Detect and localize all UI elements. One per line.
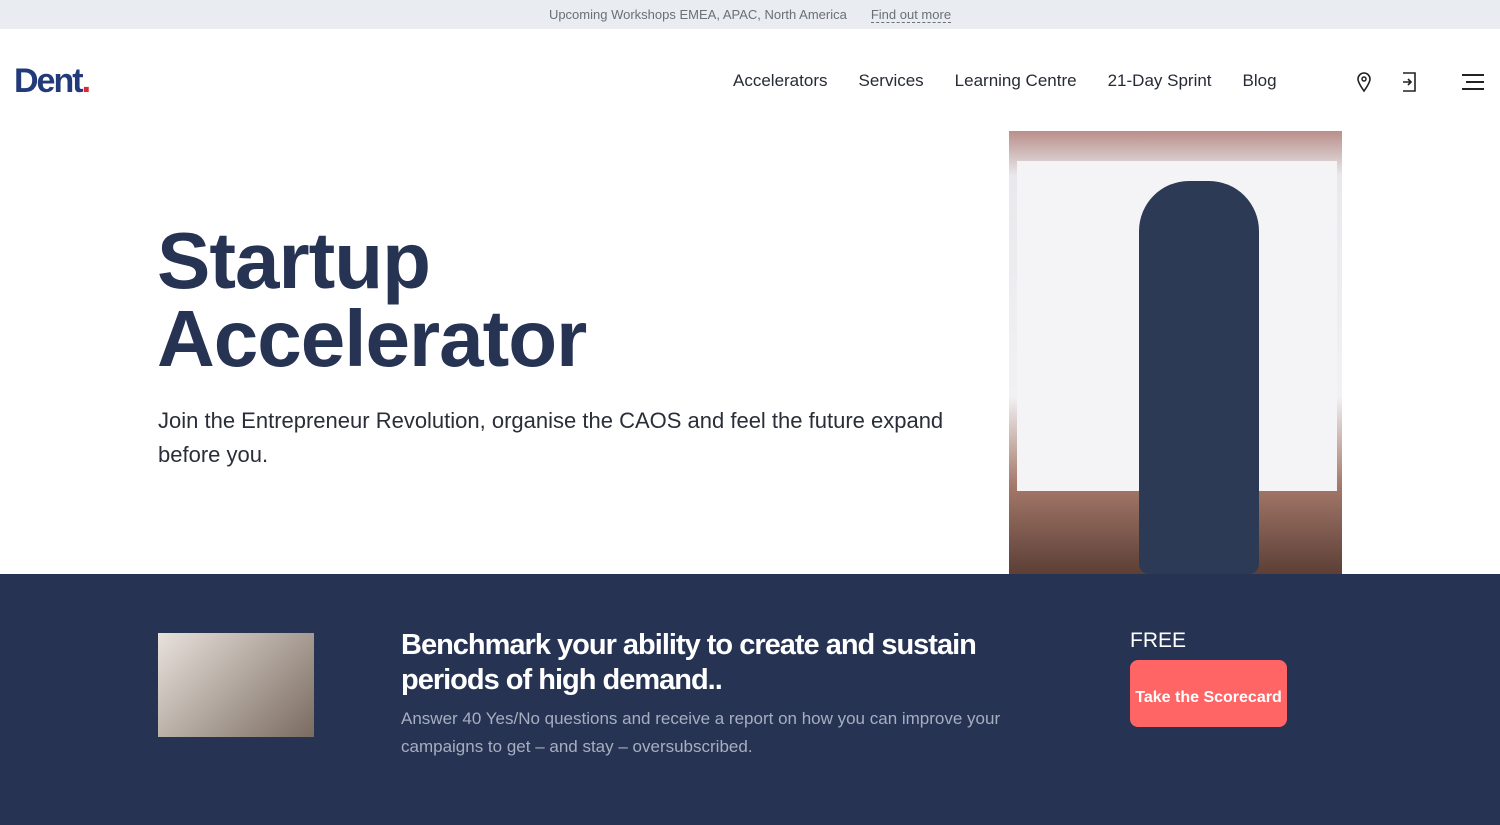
promo-heading: Benchmark your ability to create and sus…: [401, 629, 977, 696]
menu-icon[interactable]: [1462, 73, 1484, 91]
login-icon[interactable]: [1400, 71, 1418, 93]
hero-image: [1009, 131, 1342, 574]
scorecard-promo: Benchmark your ability to create and sus…: [0, 574, 1500, 825]
free-label: FREE: [1130, 629, 1187, 652]
promo-body: Answer 40 Yes/No questions and receive a…: [401, 709, 1001, 756]
page-title: Startup Accelerator: [157, 216, 587, 383]
take-scorecard-button[interactable]: Take the Scorecard: [1130, 660, 1287, 727]
announcement-bar: Upcoming Workshops EMEA, APAC, North Ame…: [0, 0, 1500, 29]
nav-learning-centre[interactable]: Learning Centre: [955, 71, 1077, 91]
nav-blog[interactable]: Blog: [1243, 71, 1277, 91]
nav-services[interactable]: Services: [858, 71, 923, 91]
main-nav: Dent. Accelerators Services Learning Cen…: [0, 29, 1500, 129]
find-out-more-link[interactable]: Find out more: [870, 7, 952, 23]
announcement-text: Upcoming Workshops EMEA, APAC, North Ame…: [548, 7, 847, 22]
nav-accelerators[interactable]: Accelerators: [733, 71, 827, 91]
logo[interactable]: Dent.: [14, 62, 91, 101]
location-pin-icon[interactable]: [1355, 71, 1373, 93]
promo-image: [158, 633, 314, 737]
nav-21-day-sprint[interactable]: 21-Day Sprint: [1108, 71, 1212, 91]
hero-subtitle: Join the Entrepreneur Revolution, organi…: [158, 408, 944, 467]
